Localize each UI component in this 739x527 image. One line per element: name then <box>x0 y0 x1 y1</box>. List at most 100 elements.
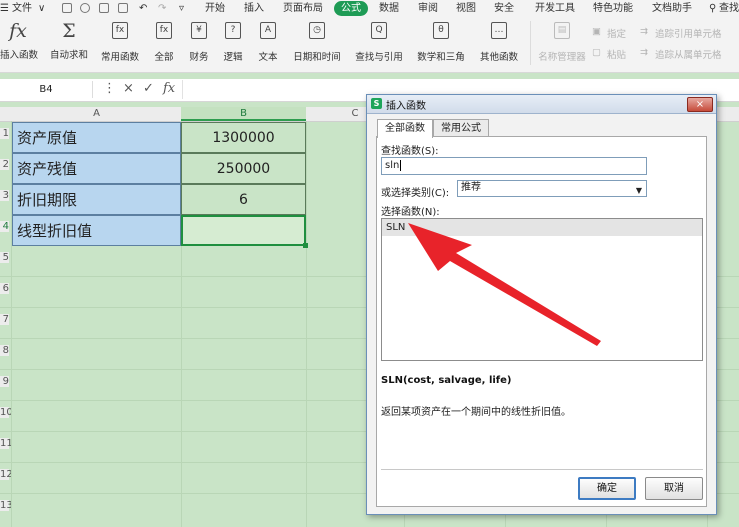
common-functions-button[interactable]: fx 常用函数 <box>97 22 143 63</box>
tab-all-functions[interactable]: 全部函数 <box>377 119 433 138</box>
menu-developer[interactable]: 开发工具 <box>535 0 575 17</box>
cell-b2[interactable]: 250000 <box>181 153 306 184</box>
undo-history-icon[interactable] <box>80 3 90 13</box>
menu-search[interactable]: 查找 <box>719 0 739 17</box>
confirm-icon[interactable]: ✓ <box>143 81 154 96</box>
menu-file[interactable]: 文件 <box>12 0 32 17</box>
menu-review[interactable]: 审阅 <box>418 0 438 17</box>
column-header-a[interactable]: A <box>12 107 182 121</box>
cell-a4[interactable]: 线型折旧值 <box>12 215 181 246</box>
customize-icon[interactable]: ▿ <box>179 0 184 17</box>
row-number[interactable]: 3 <box>0 190 9 201</box>
math-icon: θ <box>433 22 449 39</box>
ribbon-label: 查找与引用 <box>355 52 403 63</box>
dialog-titlebar[interactable]: S 插入函数 × <box>367 95 716 114</box>
date-time-button[interactable]: ◷ 日期和时间 <box>289 22 345 63</box>
hamburger-icon[interactable]: ☰ <box>0 0 9 17</box>
divider <box>381 469 703 470</box>
menu-data[interactable]: 数据 <box>379 0 399 17</box>
paste-icon: ▢ <box>592 47 601 58</box>
ribbon-label: 其他函数 <box>479 52 518 63</box>
more-icon: … <box>491 22 507 39</box>
all-functions-button[interactable]: fx 全部 <box>150 22 178 63</box>
trace-dependents-button[interactable]: 追踪从属单元格 <box>655 47 722 61</box>
insert-function-button[interactable]: fx 插入函数 <box>0 20 38 62</box>
row-number[interactable]: 9 <box>0 376 9 387</box>
menu-page-layout[interactable]: 页面布局 <box>283 0 323 17</box>
menu-formula[interactable]: 公式 <box>334 1 368 16</box>
column-header-b[interactable]: B <box>181 107 307 121</box>
cell-a3[interactable]: 折旧期限 <box>12 184 181 215</box>
row-number[interactable]: 5 <box>0 252 9 263</box>
row-number[interactable]: 6 <box>0 283 9 294</box>
print-icon[interactable] <box>99 3 109 13</box>
arrow-shape <box>408 223 601 346</box>
trace-precedents-icon: ⇉ <box>640 26 648 37</box>
dropdown-arrow-icon: ▼ <box>635 186 642 195</box>
name-manager-button[interactable]: ▤ 名称管理器 <box>536 22 588 63</box>
menu-insert[interactable]: 插入 <box>244 0 264 17</box>
row-number[interactable]: 10 <box>0 407 13 418</box>
row-number[interactable]: 7 <box>0 314 9 325</box>
cancel-icon[interactable]: × <box>123 81 134 96</box>
lookup-reference-button[interactable]: Q 查找与引用 <box>351 22 407 63</box>
print-preview-icon[interactable] <box>118 3 128 13</box>
text-button[interactable]: A 文本 <box>254 22 282 63</box>
close-button[interactable]: × <box>687 97 713 112</box>
menu-features[interactable]: 特色功能 <box>593 0 633 17</box>
menu-home[interactable]: 开始 <box>205 0 225 17</box>
cell-a2[interactable]: 资产残值 <box>12 153 181 184</box>
row-number[interactable]: 4 <box>0 221 9 232</box>
menu-doc-assistant[interactable]: 文档助手 <box>652 0 692 17</box>
cell-b3[interactable]: 6 <box>181 184 306 215</box>
row-number[interactable]: 11 <box>0 438 13 449</box>
math-trig-button[interactable]: θ 数学和三角 <box>413 22 469 63</box>
gridline <box>306 121 307 527</box>
function-search-input[interactable]: sln <box>381 157 647 175</box>
row-number[interactable]: 12 <box>0 469 13 480</box>
financial-button[interactable]: ¥ 财务 <box>185 22 213 63</box>
row-number[interactable]: 13 <box>0 500 13 511</box>
save-icon[interactable] <box>62 3 72 13</box>
trace-dependents-icon: ⇉ <box>640 47 648 58</box>
row-number[interactable]: 2 <box>0 159 9 170</box>
function-signature: SLN(cost, salvage, life) <box>381 375 512 386</box>
logical-button[interactable]: ? 逻辑 <box>219 22 247 63</box>
row-number[interactable]: 1 <box>0 128 9 139</box>
fx-icon: fx <box>112 22 128 39</box>
dialog-title: 插入函数 <box>386 101 426 112</box>
ribbon-label: 常用函数 <box>100 52 139 63</box>
undo-icon[interactable]: ↶ <box>139 0 147 17</box>
search-value: sln <box>385 160 400 171</box>
lookup-icon: Q <box>371 22 387 39</box>
name-manager-icon: ▤ <box>554 22 570 39</box>
sigma-icon: Σ <box>62 20 76 42</box>
cell-b4-active[interactable] <box>181 215 306 246</box>
fx-icon: fx <box>9 20 27 42</box>
cell-a1[interactable]: 资产原值 <box>12 122 181 153</box>
dropdown-icon[interactable]: ⋮ <box>103 81 116 96</box>
fx-icon[interactable]: fx <box>163 81 175 96</box>
category-select[interactable]: 推荐 ▼ <box>457 180 647 197</box>
menu-security[interactable]: 安全 <box>494 0 514 17</box>
row-number[interactable]: 8 <box>0 345 9 356</box>
chevron-down-icon[interactable]: ∨ <box>38 0 45 17</box>
clock-icon: ◷ <box>309 22 325 39</box>
define-name-button[interactable]: 指定 <box>607 26 626 40</box>
function-description: 返回某项资产在一个期间中的线性折旧值。 <box>381 407 571 418</box>
redo-icon[interactable]: ↷ <box>158 0 166 17</box>
ribbon-label: 财务 <box>189 52 209 63</box>
tab-common-formulas[interactable]: 常用公式 <box>433 119 489 137</box>
category-label: 或选择类别(C): <box>381 188 450 199</box>
paste-name-button[interactable]: 粘贴 <box>607 47 626 61</box>
search-icon[interactable]: ⚲ <box>709 0 716 17</box>
menu-view[interactable]: 视图 <box>456 0 476 17</box>
trace-precedents-button[interactable]: 追踪引用单元格 <box>655 26 722 40</box>
autosum-button[interactable]: Σ 自动求和 <box>44 20 94 62</box>
cell-b1[interactable]: 1300000 <box>181 122 306 153</box>
fill-handle[interactable] <box>303 243 308 248</box>
cancel-button[interactable]: 取消 <box>645 477 703 500</box>
other-functions-button[interactable]: … 其他函数 <box>475 22 523 63</box>
name-box[interactable]: B4 <box>0 81 93 98</box>
ok-button[interactable]: 确定 <box>578 477 636 500</box>
